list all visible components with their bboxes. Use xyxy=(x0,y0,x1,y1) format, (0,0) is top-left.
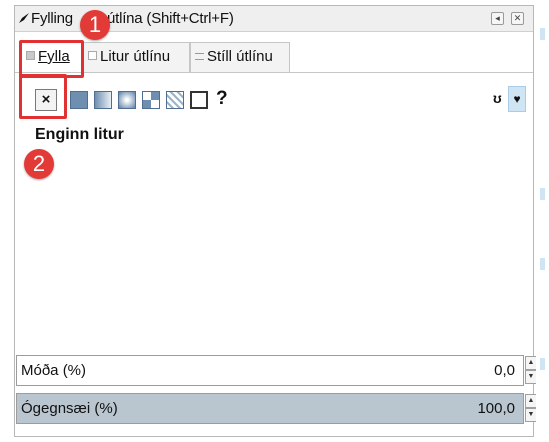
blur-value: 0,0 xyxy=(494,362,515,379)
panel-title: Fylling útlína (Shift+Ctrl+F) xyxy=(31,10,234,27)
blur-label: Móða (%) xyxy=(21,362,87,379)
callout-badge-2: 2 xyxy=(24,149,54,179)
panel-title-start: Fylling xyxy=(31,10,73,27)
opacity-value: 100,0 xyxy=(477,400,515,417)
callout-badge-1: 1 xyxy=(80,10,110,40)
nonzero-icon: ♥ xyxy=(513,92,521,106)
opacity-slider[interactable]: Ógegnsæi (%) 100,0 ▲ ▼ xyxy=(16,393,537,424)
blur-slider[interactable]: Móða (%) 0,0 ▲ ▼ xyxy=(16,355,537,386)
fill-rule-evenodd-button[interactable]: ʊ xyxy=(493,90,502,106)
tab-stroke-paint[interactable]: Litur útlínu xyxy=(83,42,190,72)
flat-color-button[interactable] xyxy=(70,91,88,109)
dock-marker xyxy=(540,358,545,370)
dock-marker xyxy=(540,258,545,270)
tab-stroke-style-label: Stíll útlínu xyxy=(207,48,273,65)
callout-box-fill-tab xyxy=(19,40,84,78)
dock-marker xyxy=(540,188,545,200)
fill-and-stroke-panel: Fylling útlína (Shift+Ctrl+F) ◂ ✕ Fylla L… xyxy=(14,5,537,437)
opacity-label: Ógegnsæi (%) xyxy=(21,400,118,417)
brush-icon xyxy=(19,13,29,23)
swatch-button[interactable] xyxy=(190,91,208,109)
stroke-paint-tab-icon xyxy=(88,51,97,60)
paint-type-toolbar: × ? ʊ ♥ xyxy=(15,82,533,112)
side-dock-strip xyxy=(536,0,549,442)
fill-rule-nonzero-button[interactable]: ♥ xyxy=(508,86,526,112)
callout-box-no-paint xyxy=(19,74,67,119)
close-icon[interactable]: ✕ xyxy=(511,12,524,25)
tab-stroke-style[interactable]: Stíll útlínu xyxy=(190,42,290,72)
radial-gradient-button[interactable] xyxy=(118,91,136,109)
evenodd-icon: ʊ xyxy=(493,90,502,106)
panel-title-rest: útlína (Shift+Ctrl+F) xyxy=(106,10,234,27)
tab-divider xyxy=(15,72,533,73)
fill-status-label: Enginn litur xyxy=(35,126,124,143)
mesh-gradient-button[interactable] xyxy=(142,91,160,109)
pattern-button[interactable] xyxy=(166,91,184,109)
linear-gradient-button[interactable] xyxy=(94,91,112,109)
unset-paint-button[interactable]: ? xyxy=(216,88,228,110)
question-icon: ? xyxy=(216,88,228,109)
stroke-style-tab-icon xyxy=(195,53,204,60)
collapse-icon[interactable]: ◂ xyxy=(491,12,504,25)
tab-bar: Fylla Litur útlínu Stíll útlínu xyxy=(15,42,533,73)
tab-stroke-paint-label: Litur útlínu xyxy=(100,48,171,65)
dock-marker xyxy=(540,28,545,40)
